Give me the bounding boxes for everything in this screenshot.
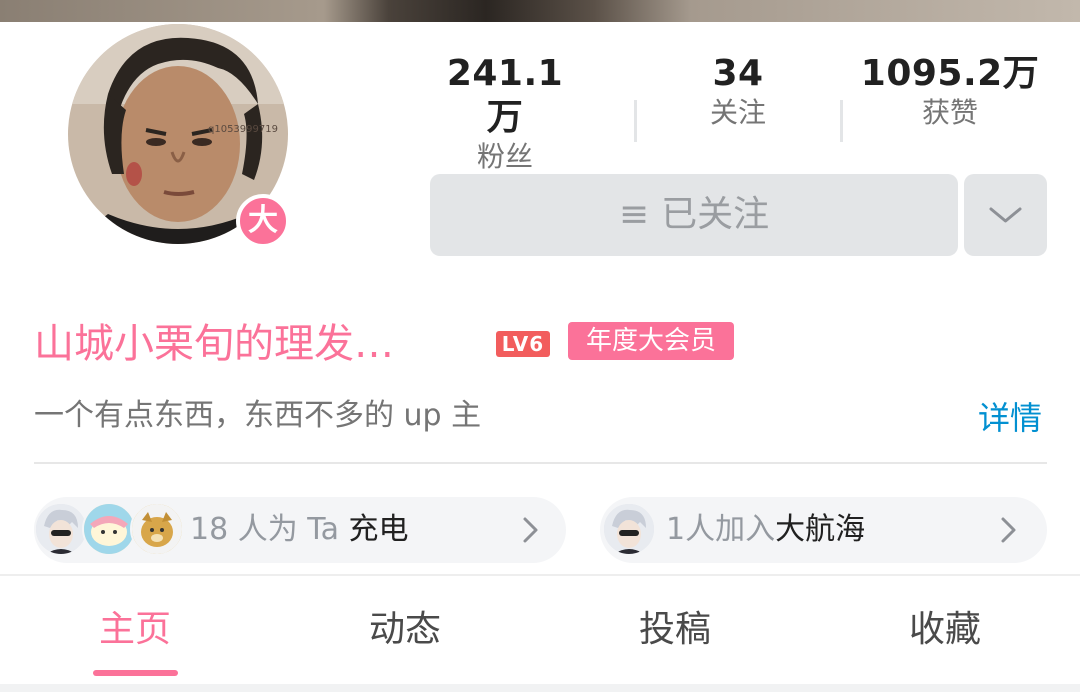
avatar-watermark: q1053999719 <box>208 124 278 135</box>
likes-label: 获赞 <box>921 96 978 129</box>
fans-stat[interactable]: 241.1万 粉丝 <box>430 52 580 174</box>
vip-badge-icon: 大 <box>236 194 290 248</box>
supporter-avatar <box>130 502 184 556</box>
level-badge: LV6 <box>496 331 550 357</box>
stats-divider <box>840 100 843 142</box>
vip-tag[interactable]: 年度大会员 <box>568 322 734 360</box>
stats-divider <box>634 100 637 142</box>
followed-label: 已关注 <box>661 194 770 235</box>
charge-count: 18 人为 Ta <box>190 512 349 547</box>
detail-link[interactable]: 详情 <box>978 396 1042 440</box>
supporter-avatar <box>82 502 136 556</box>
bottom-separator <box>0 684 1080 692</box>
active-tab-indicator <box>93 670 178 676</box>
user-name: 山城小栗旬的理发… <box>34 321 394 367</box>
stats-row: 241.1万 粉丝 34 关注 1095.2万 获赞 <box>400 52 1060 173</box>
user-bio: 一个有点东西，东西不多的 up 主 <box>34 398 482 433</box>
supporter-avatar <box>34 502 88 556</box>
tab-dynamics[interactable]: 动态 <box>305 604 505 656</box>
chevron-right-icon <box>1001 517 1016 543</box>
tab-home[interactable]: 主页 <box>35 604 235 656</box>
guard-count: 1人加入 <box>666 512 776 547</box>
chevron-down-icon <box>989 207 1022 223</box>
fans-label: 粉丝 <box>476 140 533 173</box>
tab-favorites[interactable]: 收藏 <box>845 604 1045 656</box>
likes-count: 1095.2万 <box>860 53 1040 94</box>
fans-count: 241.1万 <box>446 53 564 138</box>
tab-uploads[interactable]: 投稿 <box>575 604 775 656</box>
following-label: 关注 <box>709 96 766 129</box>
likes-stat[interactable]: 1095.2万 获赞 <box>860 52 1040 130</box>
following-count: 34 <box>712 53 764 94</box>
charge-text: 18 人为 Ta 充电 <box>190 497 409 563</box>
guard-pill[interactable]: 1人加入大航海 <box>600 497 1047 563</box>
guard-member-avatar <box>602 502 656 556</box>
chevron-right-icon <box>523 517 538 543</box>
profile-tabs: 主页 动态 投稿 收藏 <box>0 576 1080 684</box>
guard-action: 大航海 <box>775 512 866 547</box>
header-banner <box>0 0 1080 22</box>
divider <box>34 462 1047 464</box>
followed-button[interactable]: ≡ 已关注 <box>430 174 958 256</box>
more-dropdown-button[interactable] <box>964 174 1047 256</box>
following-stat[interactable]: 34 关注 <box>663 52 813 130</box>
charge-action: 充电 <box>348 512 409 547</box>
guard-text: 1人加入大航海 <box>666 497 865 563</box>
menu-lines-icon: ≡ <box>618 194 650 235</box>
charge-pill[interactable]: 18 人为 Ta 充电 <box>34 497 566 563</box>
